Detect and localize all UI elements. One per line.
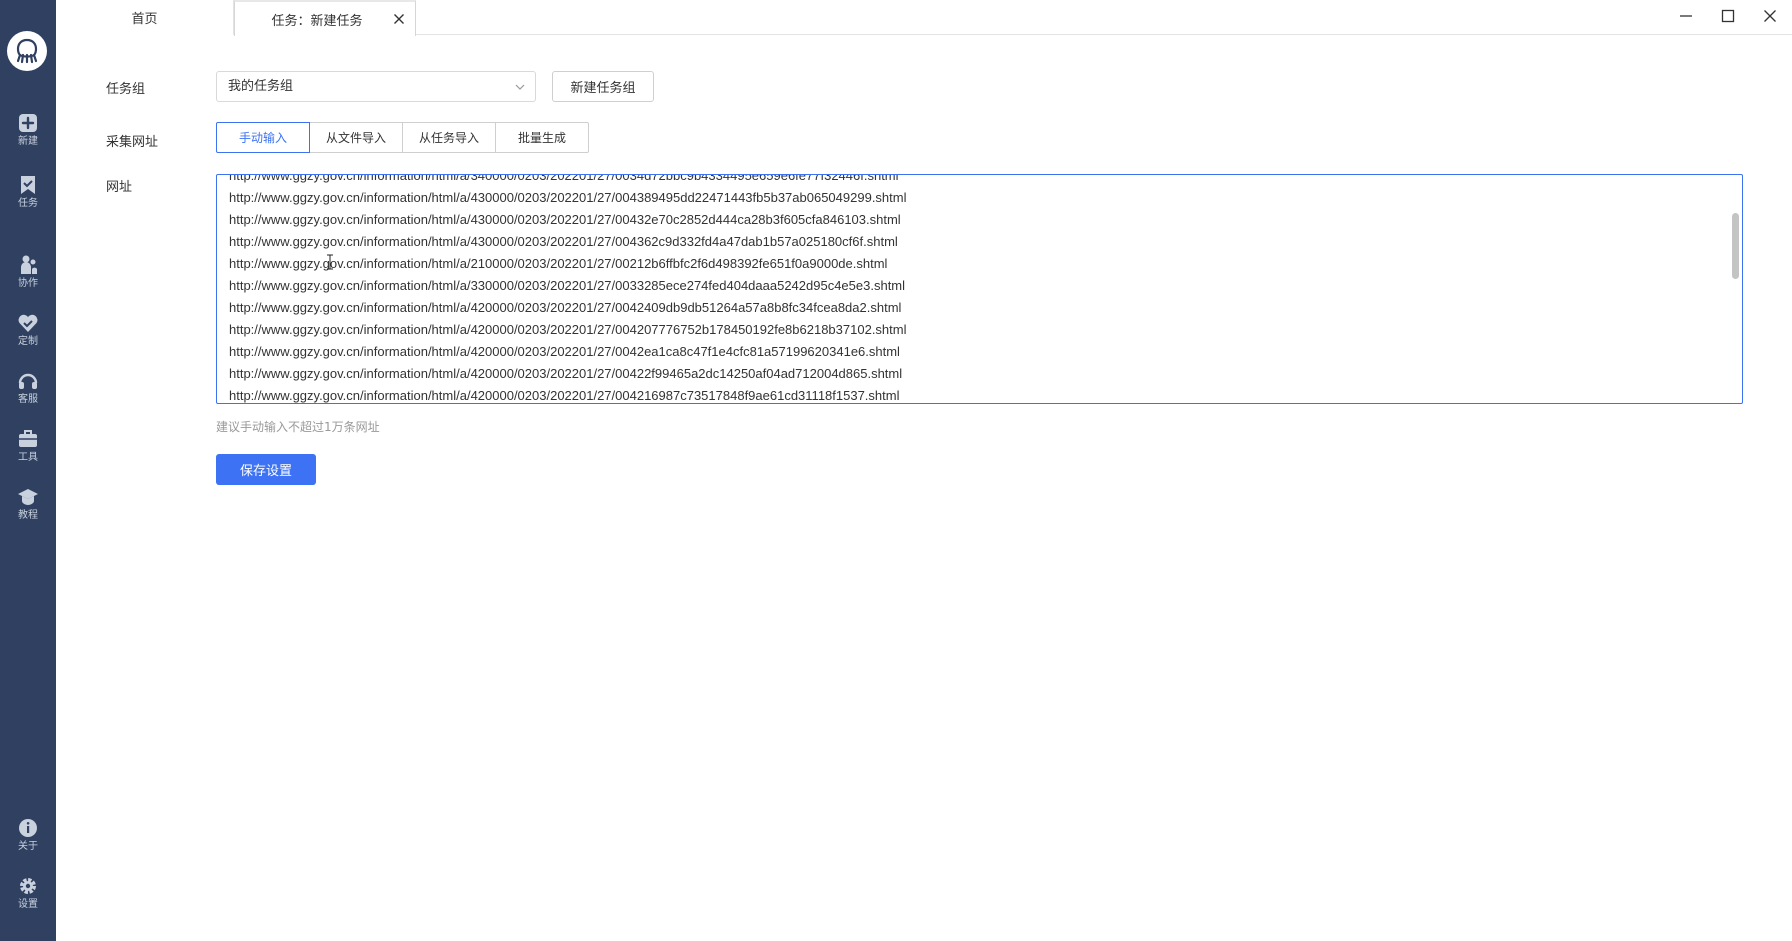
source-option-task[interactable]: 从任务导入: [402, 122, 496, 153]
url-line: http://www.ggzy.gov.cn/information/html/…: [229, 366, 903, 381]
tab-home[interactable]: 首页: [56, 0, 234, 35]
headset-icon: [18, 373, 38, 389]
sidebar-item-tutorial[interactable]: 教程: [0, 486, 56, 538]
tab-label: 首页: [131, 12, 158, 27]
sidebar-item-collab[interactable]: 协作: [0, 254, 56, 306]
sidebar-item-label: 教程: [18, 510, 38, 521]
url-list: http://www.ggzy.gov.cn/information/html/…: [229, 174, 1720, 403]
sidebar-item-label: 关于: [18, 841, 38, 852]
source-label: 采集网址: [106, 135, 159, 150]
sidebar-item-task[interactable]: 任务: [0, 174, 56, 226]
url-line: http://www.ggzy.gov.cn/information/html/…: [229, 278, 906, 293]
briefcase-icon: [19, 430, 37, 447]
plus-square-icon: [19, 114, 37, 132]
task-group-select[interactable]: 我的任务组: [216, 71, 536, 102]
new-task-group-button[interactable]: 新建任务组: [552, 71, 654, 102]
url-line: http://www.ggzy.gov.cn/information/html/…: [229, 322, 907, 337]
sidebar-item-label: 新建: [18, 136, 38, 147]
sidebar-item-label: 任务: [18, 198, 38, 209]
minimize-button[interactable]: [1671, 4, 1701, 28]
task-group-label: 任务组: [106, 82, 146, 97]
chevron-down-icon: [515, 84, 525, 90]
bookmark-icon: [21, 176, 35, 194]
sidebar-item-settings[interactable]: 设置: [0, 875, 56, 927]
sidebar-item-label: 定制: [18, 336, 38, 347]
sidebar-item-tools[interactable]: 工具: [0, 428, 56, 480]
octopus-logo-icon: [16, 38, 38, 64]
text-cursor-icon: [327, 254, 333, 270]
minimize-icon: [1680, 15, 1692, 17]
tab-label: 任务：新建任务: [271, 13, 363, 29]
source-segmented-control: 手动输入 从文件导入 从任务导入 批量生成: [216, 122, 589, 153]
tab-bar: 首页 任务：新建任务: [56, 0, 1792, 36]
users-icon: [21, 255, 37, 274]
url-line: http://www.ggzy.gov.cn/information/html/…: [229, 344, 900, 359]
tab-new-task[interactable]: 任务：新建任务: [234, 0, 416, 36]
sidebar-item-about[interactable]: 关于: [0, 817, 56, 869]
url-line: http://www.ggzy.gov.cn/information/html/…: [229, 190, 907, 205]
source-option-file[interactable]: 从文件导入: [309, 122, 403, 153]
sidebar-item-label: 协作: [18, 278, 38, 289]
url-line: http://www.ggzy.gov.cn/information/html/…: [229, 212, 901, 227]
save-settings-button[interactable]: 保存设置: [216, 454, 316, 485]
sidebar-item-label: 工具: [18, 452, 38, 463]
maximize-icon: [1721, 9, 1735, 23]
sidebar-item-support[interactable]: 客服: [0, 370, 56, 422]
heart-check-icon: [18, 314, 38, 332]
sidebar-item-label: 设置: [18, 899, 38, 910]
app-logo[interactable]: [7, 31, 47, 71]
task-group-value: 我的任务组: [228, 79, 294, 94]
gear-icon: [20, 878, 36, 894]
url-line: http://www.ggzy.gov.cn/information/html/…: [229, 388, 900, 403]
close-icon[interactable]: [393, 13, 405, 25]
source-option-manual[interactable]: 手动输入: [216, 122, 310, 153]
source-option-batch[interactable]: 批量生成: [495, 122, 589, 153]
sidebar-item-custom[interactable]: 定制: [0, 312, 56, 364]
url-label: 网址: [106, 180, 133, 195]
sidebar: 新建 任务 协作 定制 客服 工具 教程 关于 设置: [0, 0, 56, 941]
close-window-button[interactable]: [1755, 4, 1785, 28]
graduation-cap-icon: [18, 489, 38, 505]
url-line: http://www.ggzy.gov.cn/information/html/…: [229, 234, 898, 249]
sidebar-item-new[interactable]: 新建: [0, 112, 56, 164]
url-textarea[interactable]: http://www.ggzy.gov.cn/information/html/…: [216, 174, 1743, 404]
url-input-hint: 建议手动输入不超过1万条网址: [216, 420, 380, 434]
close-icon: [1764, 10, 1776, 22]
url-line: http://www.ggzy.gov.cn/information/html/…: [229, 256, 888, 271]
sidebar-item-label: 客服: [18, 394, 38, 405]
info-icon: [19, 819, 37, 837]
maximize-button[interactable]: [1713, 4, 1743, 28]
url-line: http://www.ggzy.gov.cn/information/html/…: [229, 174, 899, 183]
url-line: http://www.ggzy.gov.cn/information/html/…: [229, 300, 902, 315]
textarea-scrollbar[interactable]: [1732, 213, 1739, 279]
